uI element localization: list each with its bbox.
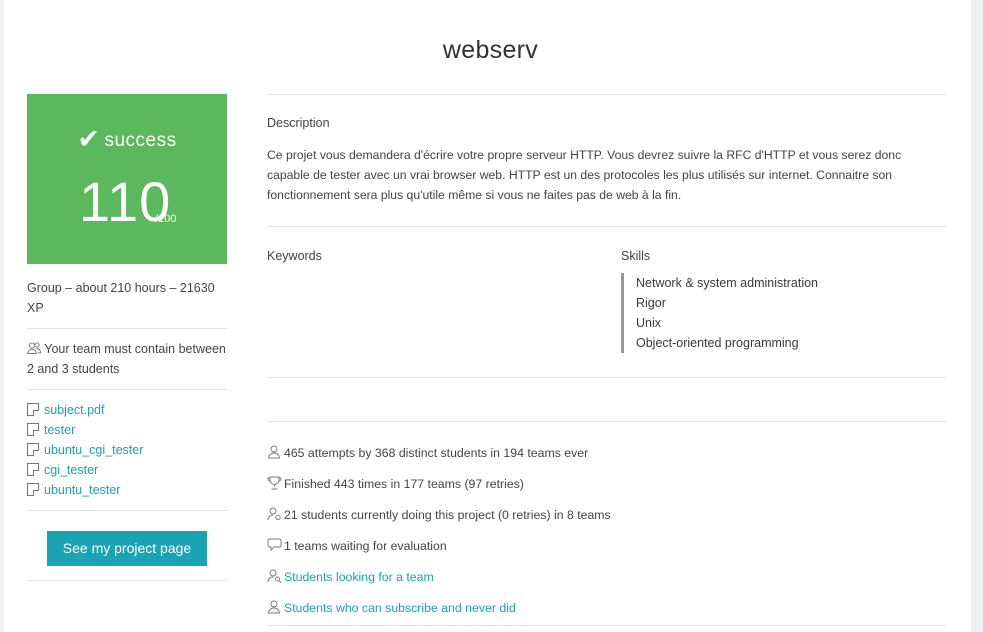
speech-bubble-icon [267, 538, 282, 552]
project-card: webserv ✔ success 110 /100 Group – about … [4, 0, 971, 632]
stat-attempts: 465 attempts by 368 distinct students in… [267, 443, 946, 463]
keywords-label: Keywords [267, 249, 322, 263]
file-icon [27, 403, 39, 416]
students-looking-link[interactable]: Students looking for a team [284, 570, 434, 584]
stat-current: 21 students currently doing this project… [267, 505, 946, 525]
attachment-link[interactable]: cgi_tester [27, 460, 227, 480]
attachment-link[interactable]: ubuntu_cgi_tester [27, 440, 227, 460]
attachment-name: cgi_tester [44, 463, 99, 477]
attachments-list: subject.pdf tester ubuntu_cgi_tester cgi… [27, 400, 227, 500]
button-wrap: See my project page [27, 521, 227, 566]
user-icon [267, 600, 282, 614]
project-summary: Group – about 210 hours – 21630 XP [27, 281, 215, 315]
trophy-icon [267, 476, 282, 490]
check-icon: ✔ [77, 124, 101, 154]
team-requirement-text: Your team must contain between 2 and 3 s… [27, 342, 226, 376]
stat-never-did: Students who can subscribe and never did [267, 598, 946, 618]
user-search-icon [267, 569, 282, 583]
skill-item: Rigor [636, 296, 666, 310]
stat-waiting-text: 1 teams waiting for evaluation [284, 539, 447, 553]
students-never-did-link[interactable]: Students who can subscribe and never did [284, 601, 516, 615]
stat-looking: Students looking for a team [267, 567, 946, 587]
description-section: Description Ce projet vous demandera d'é… [267, 95, 946, 226]
stats-section: 465 attempts by 368 distinct students in… [267, 422, 946, 618]
stat-attempts-text: 465 attempts by 368 distinct students in… [284, 446, 589, 460]
stat-finished-text: Finished 443 times in 177 teams (97 retr… [284, 477, 524, 491]
keywords-block: Keywords [267, 249, 322, 263]
divider [27, 580, 227, 581]
score-box: ✔ success 110 /100 [27, 94, 227, 264]
file-icon [27, 463, 39, 476]
attachment-link[interactable]: tester [27, 420, 227, 440]
attachment-name: tester [44, 423, 76, 437]
left-column: ✔ success 110 /100 Group – about 210 hour… [27, 94, 227, 591]
divider [27, 389, 227, 390]
score-max: /100 [155, 213, 177, 225]
attachment-name: ubuntu_cgi_tester [44, 443, 144, 457]
team-requirement: Your team must contain between 2 and 3 s… [27, 339, 227, 379]
attachment-link[interactable]: subject.pdf [27, 400, 227, 420]
status-label: success [104, 130, 177, 151]
divider [27, 510, 227, 511]
file-icon [27, 423, 39, 436]
keywords-skills-section: Keywords Skills Network & system adminis… [267, 227, 946, 377]
skills-block: Skills Network & system administration R… [621, 249, 818, 353]
skills-list: Network & system administration Rigor Un… [621, 273, 818, 353]
description-text: Ce projet vous demandera d'écrire votre … [267, 148, 902, 202]
users-icon [27, 340, 42, 354]
see-project-page-button[interactable]: See my project page [47, 531, 207, 566]
attachment-name: ubuntu_tester [44, 483, 121, 497]
skill-item: Unix [636, 316, 662, 330]
divider [267, 625, 946, 626]
score-status: ✔ success [27, 124, 227, 155]
file-icon [27, 443, 39, 456]
stat-current-text: 21 students currently doing this project… [284, 508, 611, 522]
divider [27, 328, 227, 329]
skills-label: Skills [621, 249, 651, 263]
stat-finished: Finished 443 times in 177 teams (97 retr… [267, 474, 946, 494]
stat-waiting: 1 teams waiting for evaluation [267, 536, 946, 556]
right-column: Description Ce projet vous demandera d'é… [267, 94, 946, 629]
user-gear-icon [267, 507, 282, 521]
page-title: webserv [442, 36, 539, 64]
description-label: Description [267, 116, 330, 130]
file-icon [27, 483, 39, 496]
skill-item: Network & system administration [636, 276, 819, 290]
user-icon [267, 445, 282, 459]
attachment-name: subject.pdf [44, 403, 105, 417]
attachment-link[interactable]: ubuntu_tester [27, 480, 227, 500]
skill-item: Object-oriented programming [636, 336, 799, 350]
